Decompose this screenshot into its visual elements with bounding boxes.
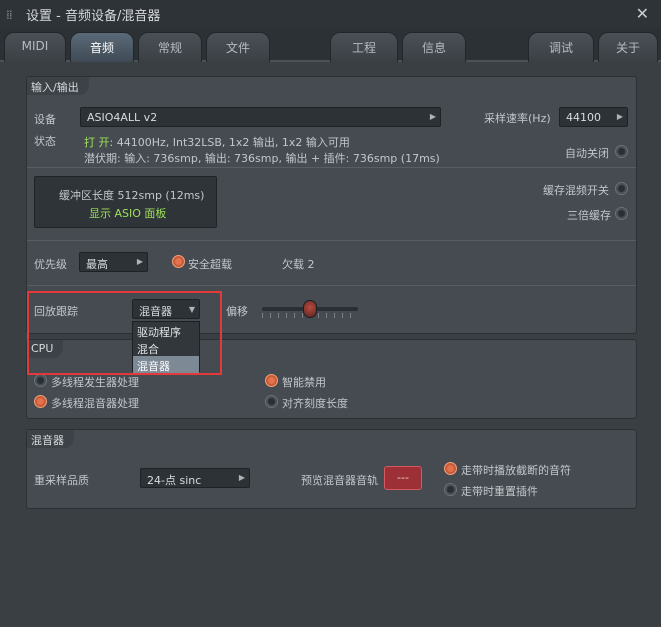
io-group-title: 输入/输出 <box>27 77 89 95</box>
multithread-generator-radio[interactable] <box>34 374 47 387</box>
tab-about[interactable]: 关于 <box>598 32 658 62</box>
smart-disable-radio[interactable] <box>265 374 278 387</box>
buffer-length: 缓冲区长度 512smp (12ms) <box>59 189 205 202</box>
status-line-1: 打 开: 44100Hz, Int32LSB, 1x2 输出, 1x2 输入可用 <box>84 134 350 150</box>
play-truncated-label: 走带时播放截断的音符 <box>461 464 571 477</box>
status-open: 打 开 <box>84 136 110 149</box>
tab-midi[interactable]: MIDI <box>4 32 66 62</box>
tab-project[interactable]: 工程 <box>330 32 398 62</box>
buffer-mix-switch-label: 缓存混频开关 <box>543 184 609 197</box>
tab-bar: MIDI 音频 常规 文件 工程 信息 调试 关于 <box>0 28 661 62</box>
align-tick-radio[interactable] <box>265 395 278 408</box>
safe-overload-radio[interactable] <box>172 255 185 268</box>
multithread-mixer-radio[interactable] <box>34 395 47 408</box>
underrun-count: 欠载 2 <box>282 258 315 271</box>
chevron-right-icon: ▶ <box>429 112 436 121</box>
divider <box>27 285 636 286</box>
samplerate-label: 采样速率(Hz) <box>484 112 551 125</box>
samplerate-select[interactable]: 44100 ▶ <box>559 107 628 127</box>
tab-general[interactable]: 常规 <box>138 32 202 62</box>
status-label: 状态 <box>34 135 56 148</box>
priority-label: 优先级 <box>34 258 67 271</box>
title-bar: ⁞⁞ 设置 - 音频设备/混音器 ✕ <box>0 0 661 28</box>
preview-track-label: 预览混音器音轨 <box>301 474 378 487</box>
chevron-right-icon: ▶ <box>238 473 245 482</box>
align-tick-label: 对齐刻度长度 <box>282 397 348 410</box>
divider <box>27 240 636 241</box>
device-value: ASIO4ALL v2 <box>87 111 158 124</box>
priority-value: 最高 <box>86 258 108 271</box>
buffer-mix-switch-radio[interactable] <box>615 182 628 195</box>
triple-buffer-radio[interactable] <box>615 207 628 220</box>
mixer-group-title: 混音器 <box>27 430 74 448</box>
priority-select[interactable]: 最高 ▶ <box>79 252 148 272</box>
smart-disable-label: 智能禁用 <box>282 376 326 389</box>
slider-knob[interactable] <box>303 300 317 318</box>
drag-grip-icon[interactable]: ⁞⁞ <box>6 8 13 22</box>
resample-select[interactable]: 24-点 sinc ▶ <box>140 468 250 488</box>
reset-plugins-radio[interactable] <box>444 483 457 496</box>
device-select[interactable]: ASIO4ALL v2 ▶ <box>80 107 441 127</box>
multithread-mixer-label: 多线程混音器处理 <box>51 397 139 410</box>
highlight-box <box>27 291 222 375</box>
status-latency: 潜伏期: 输入: 736smp, 输出: 736smp, 输出 + 插件: 73… <box>84 152 440 165</box>
buffer-asio-button[interactable]: 缓冲区长度 512smp (12ms) 显示 ASIO 面板 <box>34 176 217 228</box>
tab-info[interactable]: 信息 <box>402 32 466 62</box>
divider <box>27 167 636 168</box>
tab-debug[interactable]: 调试 <box>528 32 594 62</box>
offset-slider[interactable] <box>262 299 358 323</box>
tab-audio[interactable]: 音频 <box>70 32 134 62</box>
tab-file[interactable]: 文件 <box>206 32 270 62</box>
window-title: 设置 - 音频设备/混音器 <box>26 9 161 24</box>
resample-label: 重采样品质 <box>34 474 89 487</box>
play-truncated-radio[interactable] <box>444 462 457 475</box>
reset-plugins-label: 走带时重置插件 <box>461 485 538 498</box>
chevron-right-icon: ▶ <box>616 112 623 121</box>
device-label: 设备 <box>34 113 56 126</box>
chevron-right-icon: ▶ <box>136 257 143 266</box>
preview-track-button[interactable]: --- <box>384 466 422 490</box>
multithread-generator-label: 多线程发生器处理 <box>51 376 139 389</box>
resample-value: 24-点 sinc <box>147 474 202 487</box>
samplerate-value: 44100 <box>566 111 601 124</box>
safe-overload-label: 安全超载 <box>188 258 232 271</box>
close-icon[interactable]: ✕ <box>636 4 649 23</box>
auto-close-label: 自动关闭 <box>565 147 609 160</box>
auto-close-radio[interactable] <box>615 145 628 158</box>
status-details: : 44100Hz, Int32LSB, 1x2 输出, 1x2 输入可用 <box>109 136 350 149</box>
triple-buffer-label: 三倍缓存 <box>567 209 611 222</box>
show-asio-panel[interactable]: 显示 ASIO 面板 <box>89 205 166 221</box>
offset-label: 偏移 <box>226 305 248 318</box>
